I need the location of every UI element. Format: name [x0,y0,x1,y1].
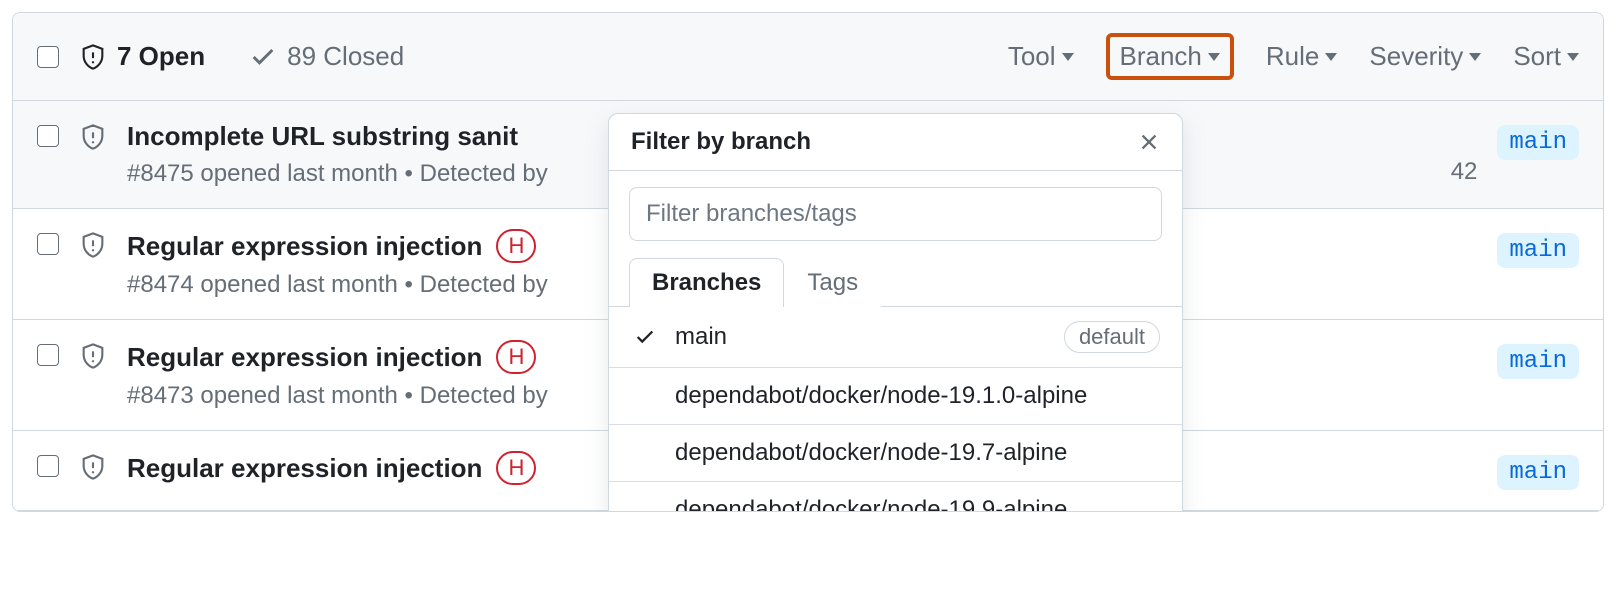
branch-filter[interactable]: Branch [1106,33,1234,80]
branch-option[interactable]: dependabot/docker/node-19.9-alpine [609,482,1182,512]
alerts-header: 7 Open 89 Closed Tool Branch Rule [13,13,1603,101]
branch-option[interactable]: main default [609,307,1182,368]
branch-option[interactable]: dependabot/docker/node-19.1.0-alpine [609,368,1182,425]
shield-alert-icon [79,231,107,259]
severity-filter[interactable]: Severity [1369,33,1481,80]
open-count: 7 Open [117,41,205,72]
close-button[interactable] [1138,131,1160,153]
branch-name: dependabot/docker/node-19.9-alpine [675,496,1160,512]
meta-fragment: 42 [1451,158,1478,186]
shield-alert-icon [79,453,107,481]
rule-filter[interactable]: Rule [1266,33,1337,80]
closed-count: 89 Closed [287,41,404,72]
check-icon [249,43,277,71]
branch-option[interactable]: dependabot/docker/node-19.7-alpine [609,425,1182,482]
branches-tab[interactable]: Branches [629,258,784,307]
branch-name: main [675,323,1048,351]
default-badge: default [1064,321,1160,353]
chevron-down-icon [1062,53,1074,61]
select-all-checkbox[interactable] [37,46,59,68]
branch-search-input[interactable] [629,187,1162,241]
branch-badge: main [1497,125,1579,160]
branch-badge: main [1497,344,1579,379]
row-checkbox[interactable] [37,455,59,477]
shield-alert-icon [79,43,107,71]
alert-title: Regular expression injection [127,453,482,484]
severity-pill: H [496,340,536,374]
chevron-down-icon [1567,53,1579,61]
branch-name: dependabot/docker/node-19.7-alpine [675,439,1160,467]
row-checkbox[interactable] [37,125,59,147]
row-checkbox[interactable] [37,233,59,255]
alert-title: Incomplete URL substring sanit [127,121,518,152]
check-icon [631,326,659,348]
branch-filter-popover: Filter by branch Branches Tags main defa… [608,113,1183,512]
branch-badge: main [1497,455,1579,490]
popover-title: Filter by branch [631,128,811,156]
tool-filter[interactable]: Tool [1008,33,1074,80]
chevron-down-icon [1469,53,1481,61]
severity-pill: H [496,451,536,485]
closed-filter[interactable]: 89 Closed [249,41,404,72]
shield-alert-icon [79,123,107,151]
chevron-down-icon [1208,53,1220,61]
chevron-down-icon [1325,53,1337,61]
branch-badge: main [1497,233,1579,268]
sort-filter[interactable]: Sort [1513,33,1579,80]
row-checkbox[interactable] [37,344,59,366]
close-icon [1138,131,1160,153]
alert-title: Regular expression injection [127,231,482,262]
shield-alert-icon [79,342,107,370]
alert-title: Regular expression injection [127,342,482,373]
open-filter[interactable]: 7 Open [79,41,205,72]
tags-tab[interactable]: Tags [784,258,881,307]
severity-pill: H [496,229,536,263]
branch-name: dependabot/docker/node-19.1.0-alpine [675,382,1160,410]
